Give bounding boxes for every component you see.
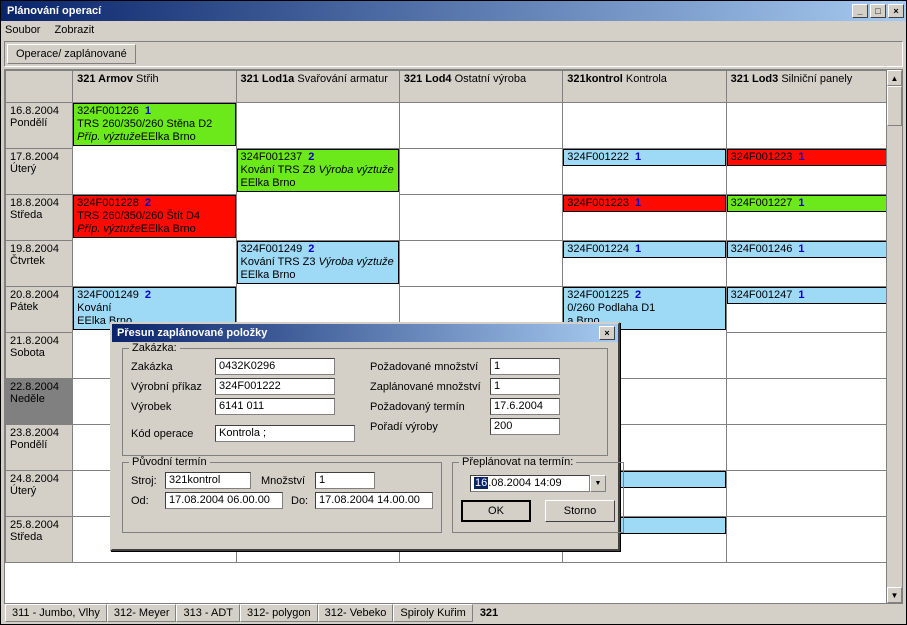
col-1[interactable]: 321 Lod1a Svařování armatur bbox=[236, 71, 399, 103]
reschedule-datetime[interactable]: 16.08.2004 14:09 ▼ bbox=[470, 475, 606, 492]
menu-file[interactable]: Soubor bbox=[5, 24, 40, 36]
dialog-titlebar: Přesun zaplánované položky × bbox=[112, 324, 618, 342]
operation-item[interactable]: 324F0012471 bbox=[727, 287, 889, 304]
operation-item[interactable]: 324F0012492 Kování TRS Z3 Výroba výztuže… bbox=[237, 241, 399, 284]
col-3[interactable]: 321kontrol Kontrola bbox=[563, 71, 726, 103]
order-field[interactable]: 0432K0296 bbox=[215, 358, 335, 375]
operation-item[interactable]: 324F0012461 bbox=[727, 241, 889, 258]
tab-313[interactable]: 313 - ADT bbox=[176, 604, 240, 622]
operation-item[interactable]: 324F0012231 bbox=[563, 195, 725, 212]
menu-view[interactable]: Zobrazit bbox=[54, 24, 94, 36]
reschedule-dialog: Přesun zaplánované položky × Zakázka: Za… bbox=[110, 322, 620, 551]
tab-312-polygon[interactable]: 312- polygon bbox=[240, 604, 318, 622]
day-cell[interactable]: 16.8.2004Pondělí bbox=[6, 103, 73, 149]
titlebar: Plánování operací _ □ × bbox=[1, 1, 906, 21]
dialog-close-button[interactable]: × bbox=[599, 326, 615, 340]
scroll-down-icon[interactable]: ▼ bbox=[887, 587, 902, 603]
dialog-title: Přesun zaplánované položky bbox=[115, 327, 599, 339]
day-cell[interactable]: 17.8.2004Úterý bbox=[6, 149, 73, 195]
day-cell[interactable]: 18.8.2004Středa bbox=[6, 195, 73, 241]
window-title: Plánování operací bbox=[3, 5, 852, 17]
scroll-thumb[interactable] bbox=[887, 86, 902, 126]
day-cell[interactable]: 23.8.2004Pondělí bbox=[6, 425, 73, 471]
maximize-button[interactable]: □ bbox=[870, 4, 886, 18]
vertical-scrollbar[interactable]: ▲ ▼ bbox=[886, 70, 902, 603]
day-cell[interactable]: 24.8.2004Úterý bbox=[6, 471, 73, 517]
group-original-term: Původní termín Stroj: 321kontrol Množstv… bbox=[122, 462, 442, 533]
day-cell[interactable]: 20.8.2004Pátek bbox=[6, 287, 73, 333]
tab-321[interactable]: 321 bbox=[473, 604, 505, 622]
day-cell[interactable]: 22.8.2004Neděle bbox=[6, 379, 73, 425]
day-cell[interactable]: 19.8.2004Čtvrtek bbox=[6, 241, 73, 287]
group-order: Zakázka: Zakázka0432K0296 Výrobní příkaz… bbox=[122, 348, 608, 456]
col-0[interactable]: 321 Armov Střih bbox=[73, 71, 236, 103]
col-2[interactable]: 321 Lod4 Ostatní výroba bbox=[399, 71, 562, 103]
from-field[interactable]: 17.08.2004 06.00.00 bbox=[165, 492, 283, 509]
qty-plan-field[interactable]: 1 bbox=[490, 378, 560, 395]
chevron-down-icon[interactable]: ▼ bbox=[590, 475, 606, 492]
tab-312-meyer[interactable]: 312- Meyer bbox=[107, 604, 177, 622]
operation-item[interactable]: 324F0012231 bbox=[727, 149, 889, 166]
operation-item[interactable]: 324F0012221 bbox=[563, 149, 725, 166]
machine-field[interactable]: 321kontrol bbox=[165, 472, 251, 489]
qty-req-field[interactable]: 1 bbox=[490, 358, 560, 375]
to-field[interactable]: 17.08.2004 14.00.00 bbox=[315, 492, 433, 509]
tab-312-vebeko[interactable]: 312- Vebeko bbox=[318, 604, 394, 622]
close-button[interactable]: × bbox=[888, 4, 904, 18]
sheet-tabs: 311 - Jumbo, Vlhy 312- Meyer 313 - ADT 3… bbox=[1, 604, 906, 624]
seq-field[interactable]: 200 bbox=[490, 418, 560, 435]
product-field[interactable]: 6141 011 bbox=[215, 398, 335, 415]
operation-item[interactable]: 324F0012282 TRS 260/350/260 Štít D4 Příp… bbox=[73, 195, 235, 238]
menubar: Soubor Zobrazit bbox=[1, 21, 906, 39]
operation-item[interactable]: 324F0012261 TRS 260/350/260 Stěna D2 Pří… bbox=[73, 103, 235, 146]
minimize-button[interactable]: _ bbox=[852, 4, 868, 18]
toolbar-operations-button[interactable]: Operace/ zaplánované bbox=[7, 44, 136, 64]
qty-field[interactable]: 1 bbox=[315, 472, 375, 489]
day-cell[interactable]: 21.8.2004Sobota bbox=[6, 333, 73, 379]
group-reschedule: Přeplánovat na termín: 16.08.2004 14:09 … bbox=[452, 462, 624, 533]
header-row: 321 Armov Střih 321 Lod1a Svařování arma… bbox=[6, 71, 890, 103]
col-4[interactable]: 321 Lod3 Silniční panely bbox=[726, 71, 889, 103]
operation-item[interactable]: 324F0012271 bbox=[727, 195, 889, 212]
opcode-field[interactable]: Kontrola ; bbox=[215, 425, 355, 442]
day-cell[interactable]: 25.8.2004Středa bbox=[6, 517, 73, 563]
toolbar: Operace/ zaplánované bbox=[4, 41, 903, 67]
ok-button[interactable]: OK bbox=[461, 500, 531, 522]
cancel-button[interactable]: Storno bbox=[545, 500, 615, 522]
operation-item[interactable]: 324F0012241 bbox=[563, 241, 725, 258]
tab-311[interactable]: 311 - Jumbo, Vlhy bbox=[5, 604, 107, 622]
prod-order-field[interactable]: 324F001222 bbox=[215, 378, 335, 395]
tab-spiroly[interactable]: Spiroly Kuřim bbox=[393, 604, 472, 622]
scroll-up-icon[interactable]: ▲ bbox=[887, 70, 902, 86]
term-req-field[interactable]: 17.6.2004 bbox=[490, 398, 560, 415]
operation-item[interactable]: 324F0012372 Kování TRS Z8 Výroba výztuže… bbox=[237, 149, 399, 192]
